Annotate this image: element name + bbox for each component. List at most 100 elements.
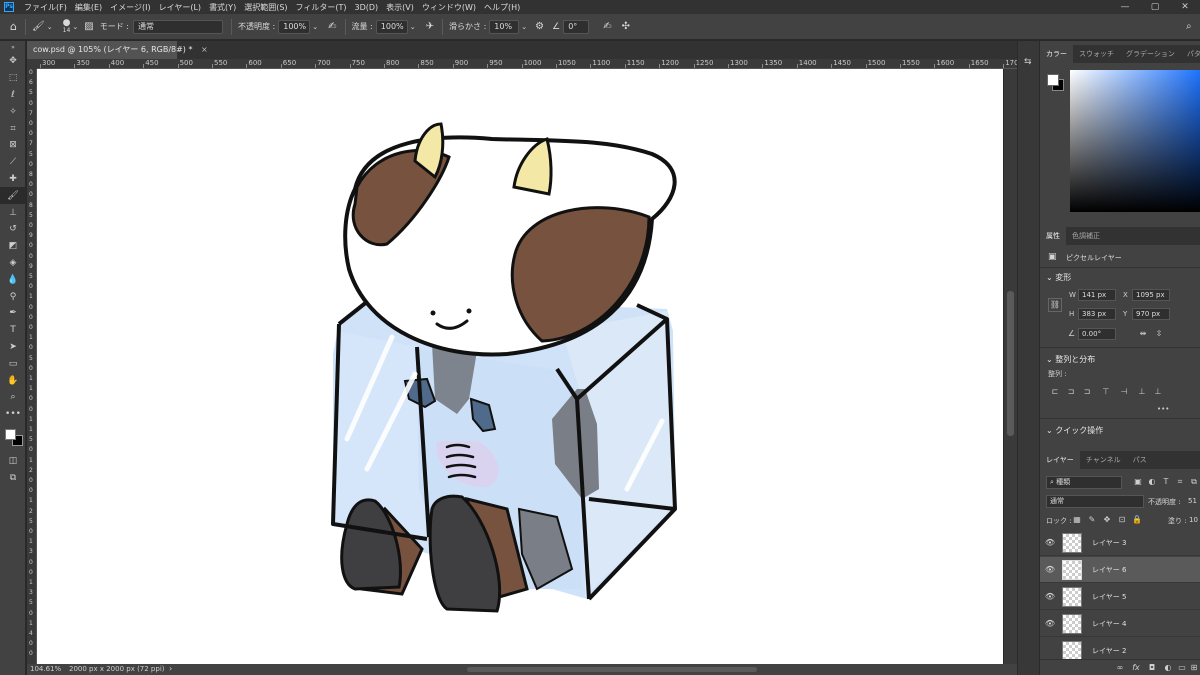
hand-tool-icon[interactable]: ✋	[0, 372, 26, 389]
eye-icon[interactable]: 👁	[1040, 538, 1060, 547]
tab-color[interactable]: カラー	[1040, 45, 1073, 63]
flow-input[interactable]: 100%	[375, 19, 408, 34]
stamp-tool-icon[interactable]: ⊥	[0, 204, 26, 221]
eraser-tool-icon[interactable]: ◩	[0, 238, 26, 255]
layer-mask-icon[interactable]: ◘	[1146, 663, 1158, 672]
menu-type[interactable]: 書式(Y)	[205, 2, 240, 13]
eye-icon[interactable]: 👁	[1040, 592, 1060, 601]
layer-name[interactable]: レイヤー 3	[1092, 538, 1126, 548]
new-group-icon[interactable]: ▭	[1176, 663, 1188, 672]
align-middle-icon[interactable]: ⊣	[1118, 387, 1130, 396]
move-tool-icon[interactable]: ✥	[0, 53, 26, 70]
gear-icon[interactable]: ⚙	[535, 21, 544, 32]
foreground-color-swatch[interactable]	[5, 428, 16, 440]
history-brush-tool-icon[interactable]: ↺	[0, 221, 26, 238]
tab-swatches[interactable]: スウォッチ	[1073, 45, 1120, 63]
chevron-down-icon[interactable]: ⌄	[72, 23, 78, 31]
fill-value[interactable]: 10	[1189, 516, 1198, 524]
menu-file[interactable]: ファイル(F)	[20, 2, 71, 13]
quick-actions-section-title[interactable]: ⌄ クイック操作	[1046, 425, 1103, 436]
layer-name[interactable]: レイヤー 2	[1092, 646, 1126, 656]
close-icon[interactable]: ×	[201, 45, 208, 54]
magic-wand-tool-icon[interactable]: ✧	[0, 103, 26, 120]
adjustment-layer-icon[interactable]: ◐	[1162, 663, 1174, 672]
marquee-tool-icon[interactable]: ⬚	[0, 70, 26, 87]
menu-layer[interactable]: レイヤー(L)	[155, 2, 205, 13]
chevron-down-icon[interactable]: ⌄	[47, 23, 53, 31]
minimize-button[interactable]: —	[1110, 0, 1140, 14]
menu-view[interactable]: 表示(V)	[382, 2, 418, 13]
rectangle-tool-icon[interactable]: ▭	[0, 355, 26, 372]
paint-bucket-tool-icon[interactable]: ◈	[0, 255, 26, 272]
align-section-title[interactable]: ⌄ 整列と分布	[1046, 354, 1095, 365]
lasso-tool-icon[interactable]: ℓ	[0, 87, 26, 104]
canvas-area[interactable]	[37, 69, 1004, 664]
menu-window[interactable]: ウィンドウ(W)	[418, 2, 480, 13]
link-layers-icon[interactable]: ∞	[1114, 663, 1126, 672]
lock-artboard-icon[interactable]: ⊡	[1116, 515, 1128, 524]
tab-adjustments[interactable]: 色調補正	[1066, 227, 1106, 245]
lock-position-icon[interactable]: ✥	[1101, 515, 1113, 524]
lock-pixels-icon[interactable]: ✎	[1086, 515, 1098, 524]
opacity-input[interactable]: 100%	[278, 19, 311, 34]
layer-row[interactable]: 👁 レイヤー 5	[1040, 584, 1200, 610]
tab-layers[interactable]: レイヤー	[1040, 451, 1080, 469]
layer-row[interactable]: 👁 レイヤー 6	[1040, 557, 1200, 583]
layer-style-icon[interactable]: fx	[1130, 663, 1142, 672]
zoom-level[interactable]: 104.61%	[30, 665, 61, 673]
align-right-icon[interactable]: ⊐	[1081, 387, 1093, 396]
align-left-icon[interactable]: ⊏	[1049, 387, 1061, 396]
screen-mode-icon[interactable]: ⧉	[0, 469, 26, 486]
maximize-button[interactable]: ▢	[1140, 0, 1170, 14]
tab-paths[interactable]: パス	[1127, 451, 1153, 469]
rotation-input[interactable]: 0.00°	[1078, 328, 1116, 340]
pressure-opacity-icon[interactable]: ✍	[328, 21, 336, 32]
width-input[interactable]: 141 px	[1078, 289, 1116, 301]
blur-tool-icon[interactable]: 💧	[0, 271, 26, 288]
align-extra-icon[interactable]: ⊥	[1152, 387, 1164, 396]
document-canvas[interactable]	[37, 69, 1003, 664]
layer-row[interactable]: 👁 レイヤー 4	[1040, 611, 1200, 637]
history-panel-icon[interactable]: ⇆	[1024, 57, 1032, 67]
vertical-scrollbar[interactable]	[1004, 69, 1017, 664]
mode-select[interactable]: 通常	[133, 19, 223, 34]
chevron-down-icon[interactable]: ⌄	[312, 23, 318, 31]
frame-tool-icon[interactable]: ⊠	[0, 137, 26, 154]
menu-3d[interactable]: 3D(D)	[351, 3, 383, 12]
brush-tool-icon[interactable]: 🖌	[0, 187, 26, 205]
flip-horizontal-icon[interactable]: ⇹	[1137, 329, 1149, 338]
height-input[interactable]: 383 px	[1078, 308, 1116, 320]
path-selection-tool-icon[interactable]: ➤	[0, 339, 26, 356]
collapse-icon[interactable]: »	[0, 41, 26, 53]
layer-filter-select[interactable]: ⌕ 種類	[1046, 476, 1122, 489]
brush-tool-icon[interactable]: 🖌	[32, 21, 45, 32]
filter-type-icon[interactable]: T	[1160, 477, 1172, 486]
menu-filter[interactable]: フィルター(T)	[292, 2, 351, 13]
home-icon[interactable]: ⌂	[10, 20, 17, 33]
document-tab[interactable]: cow.psd @ 105% (レイヤー 6, RGB/8#) * ×	[27, 41, 208, 59]
menu-edit[interactable]: 編集(E)	[71, 2, 106, 13]
new-layer-icon[interactable]: ⊞	[1188, 663, 1200, 672]
eyedropper-tool-icon[interactable]: ⟋	[0, 154, 26, 171]
tab-gradients[interactable]: グラデーション	[1120, 45, 1181, 63]
tab-properties[interactable]: 属性	[1040, 227, 1066, 245]
lock-transparency-icon[interactable]: ▦	[1071, 515, 1083, 524]
align-center-h-icon[interactable]: ⊐	[1065, 387, 1077, 396]
lock-all-icon[interactable]: 🔒	[1131, 515, 1143, 524]
chevron-down-icon[interactable]: ⌄	[410, 23, 416, 31]
filter-adjustment-icon[interactable]: ◐	[1146, 477, 1158, 486]
menu-image[interactable]: イメージ(I)	[106, 2, 154, 13]
tab-patterns[interactable]: パターン	[1181, 45, 1200, 63]
tab-channels[interactable]: チャンネル	[1080, 451, 1127, 469]
pen-tool-icon[interactable]: ✒	[0, 305, 26, 322]
symmetry-icon[interactable]: ✣	[622, 21, 630, 32]
layer-name[interactable]: レイヤー 5	[1092, 592, 1126, 602]
healing-brush-tool-icon[interactable]: ✚	[0, 171, 26, 188]
x-input[interactable]: 1095 px	[1132, 289, 1170, 301]
transform-section-title[interactable]: ⌄ 変形	[1046, 272, 1071, 283]
brush-settings-icon[interactable]: ▨	[84, 21, 93, 32]
quick-mask-icon[interactable]: ◫	[0, 453, 26, 470]
align-bottom-icon[interactable]: ⊥	[1136, 387, 1148, 396]
layer-name[interactable]: レイヤー 6	[1092, 565, 1126, 575]
search-icon[interactable]: ⌕	[1186, 21, 1192, 32]
